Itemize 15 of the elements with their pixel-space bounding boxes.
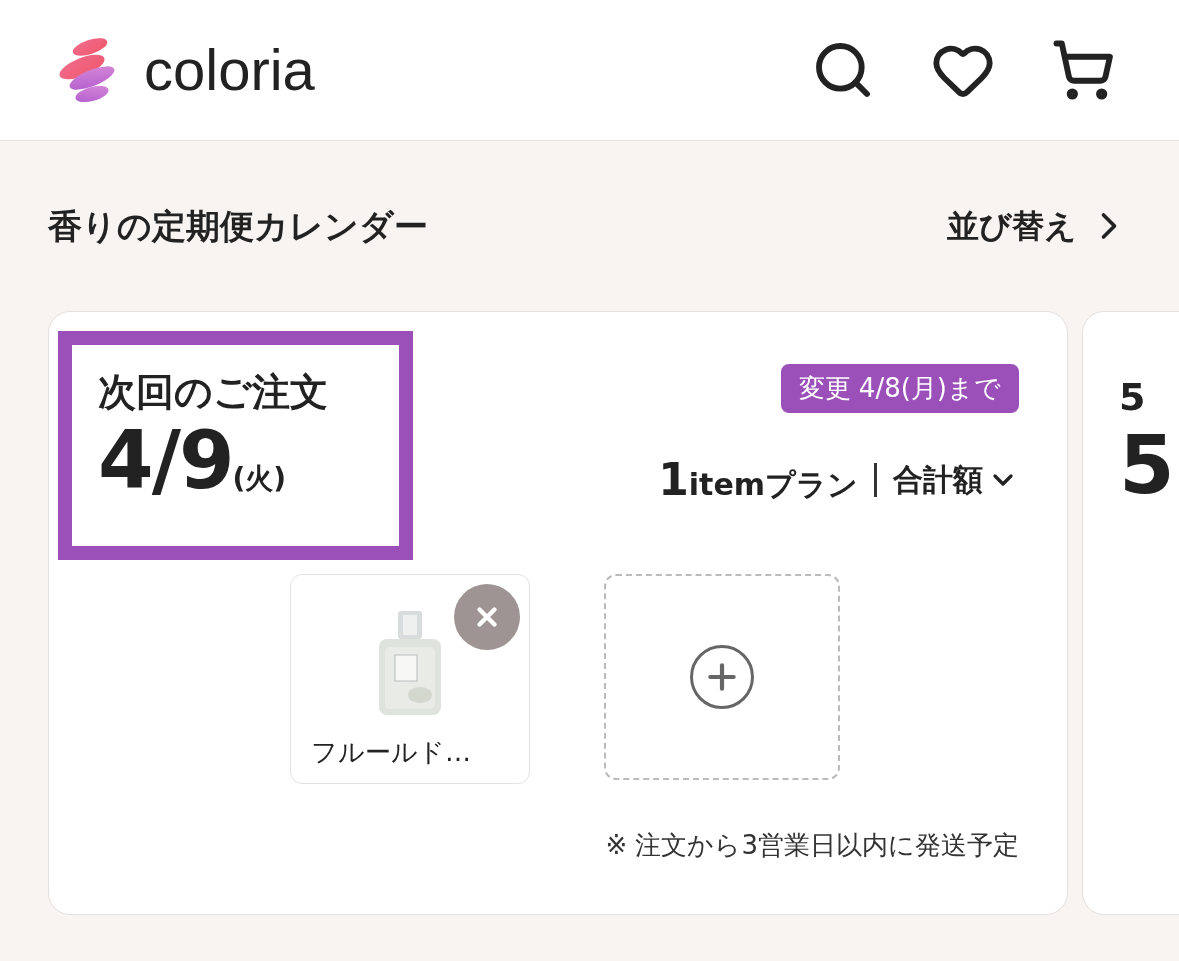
shipping-note: ※ 注文から3営業日以内に発送予定: [605, 829, 1019, 862]
total-toggle[interactable]: 合計額: [893, 457, 1019, 502]
plan-label: 1itemプラン: [658, 452, 858, 507]
deadline-badge: 変更 4/8(月)まで: [780, 364, 1019, 413]
section-title: 香りの定期便カレンダー: [48, 204, 428, 248]
order-label: 5: [1119, 374, 1147, 421]
order-label: 次回のご注文: [98, 369, 329, 416]
order-date: 4/9(火): [98, 420, 288, 501]
sort-link[interactable]: 並び替え: [947, 202, 1131, 250]
order-date: 5: [1119, 425, 1173, 506]
product-tile[interactable]: フルールド…: [290, 574, 530, 784]
logo-text: coloria: [144, 41, 315, 99]
add-icon: [690, 645, 754, 709]
product-name: フルールド…: [311, 736, 471, 769]
cart-icon[interactable]: [1051, 38, 1115, 102]
